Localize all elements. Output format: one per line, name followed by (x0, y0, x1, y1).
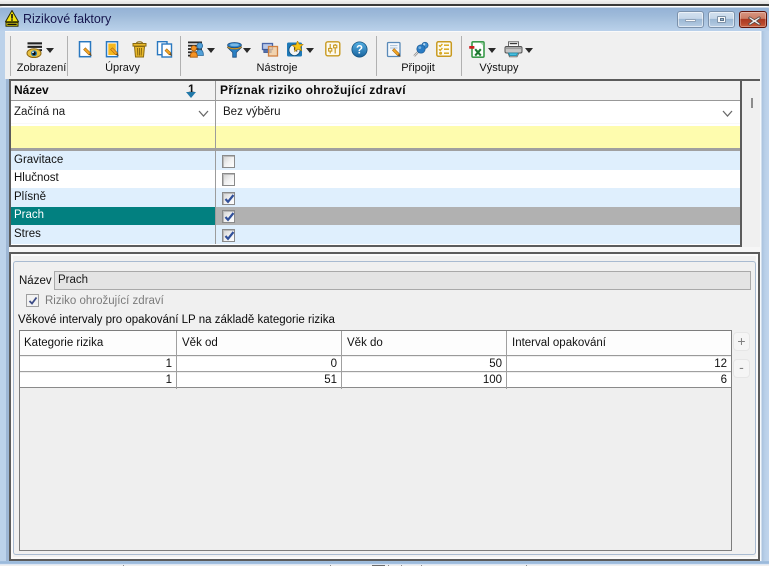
svg-text:?: ? (356, 45, 363, 57)
